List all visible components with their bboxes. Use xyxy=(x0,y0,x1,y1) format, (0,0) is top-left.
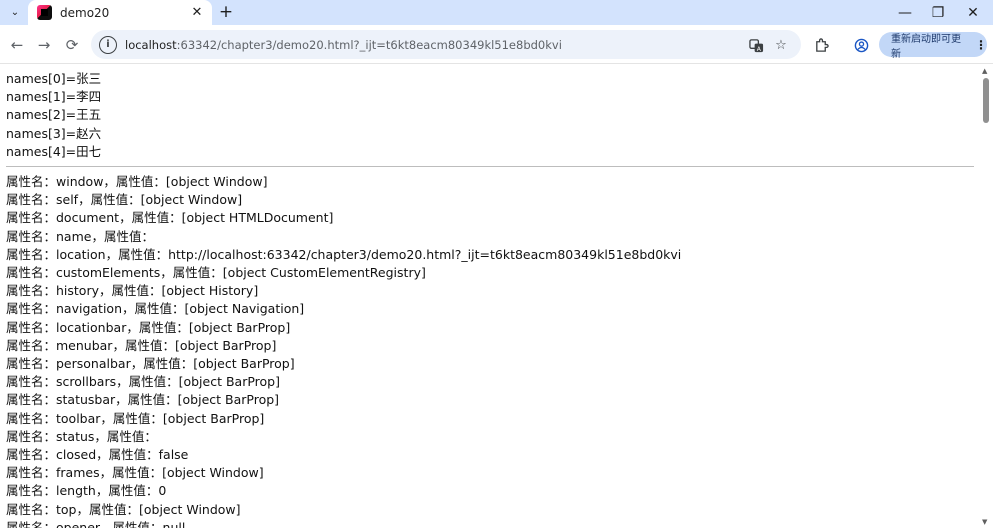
bookmark-star-icon[interactable]: ☆ xyxy=(772,36,790,54)
names-line: names[0]=张三 xyxy=(6,71,102,86)
browser-toolbar: ← → ⟳ i localhost:63342/chapter3/demo20.… xyxy=(0,25,993,64)
property-line: 属性名：name，属性值： xyxy=(6,228,154,244)
scroll-down-arrow-icon[interactable]: ▼ xyxy=(982,518,987,526)
names-line: names[2]=王五 xyxy=(6,107,102,123)
tab-strip: ⌄ demo20 ✕ + — ❐ ✕ xyxy=(0,0,993,25)
window-properties-list: 属性名：window，属性值：[object Window] 属性名：self，… xyxy=(6,173,974,528)
scroll-up-arrow-icon[interactable]: ▲ xyxy=(982,67,987,75)
property-line: 属性名：navigation，属性值：[object Navigation] xyxy=(6,301,305,317)
property-line: 属性名：top，属性值：[object Window] xyxy=(6,501,241,517)
address-bar[interactable]: i localhost:63342/chapter3/demo20.html?_… xyxy=(91,30,801,59)
property-line: 属性名：document，属性值：[object HTMLDocument] xyxy=(6,210,334,226)
vertical-scrollbar[interactable]: ▲ ▼ xyxy=(980,65,993,528)
minimize-button[interactable]: — xyxy=(887,0,923,25)
names-list: names[0]=张三 names[1]=李四 names[2]=王五 name… xyxy=(6,70,974,161)
forward-button[interactable]: → xyxy=(33,34,55,56)
property-line: 属性名：opener，属性值：null xyxy=(6,519,186,528)
property-line: 属性名：history，属性值：[object History] xyxy=(6,283,259,299)
profile-icon[interactable] xyxy=(851,35,871,55)
menu-dots-icon[interactable]: ⋮ xyxy=(975,38,987,52)
names-line: names[1]=李四 xyxy=(6,89,102,105)
scroll-thumb[interactable] xyxy=(983,78,989,123)
names-line: names[3]=赵六 xyxy=(6,125,102,141)
property-line: 属性名：length，属性值：0 xyxy=(6,483,167,499)
property-line: 属性名：scrollbars，属性值：[object BarProp] xyxy=(6,374,280,390)
property-line: 属性名：menubar，属性值：[object BarProp] xyxy=(6,337,277,353)
site-info-icon[interactable]: i xyxy=(99,35,117,54)
property-line: 属性名：personalbar，属性值：[object BarProp] xyxy=(6,356,295,372)
favicon-icon xyxy=(37,5,52,20)
horizontal-rule xyxy=(6,166,974,168)
property-line: 属性名：toolbar，属性值：[object BarProp] xyxy=(6,410,265,426)
restore-button[interactable]: ❐ xyxy=(920,0,956,25)
update-relaunch-button[interactable]: 重新启动即可更新 ⋮ xyxy=(879,32,987,60)
update-label: 重新启动即可更新 xyxy=(891,33,961,60)
tab-close-icon[interactable]: ✕ xyxy=(188,4,206,22)
new-tab-button[interactable]: + xyxy=(216,2,236,22)
property-line: 属性名：locationbar，属性值：[object BarProp] xyxy=(6,319,291,335)
property-line: 属性名：customElements，属性值：[object CustomEle… xyxy=(6,265,426,281)
close-window-button[interactable]: ✕ xyxy=(955,0,991,25)
names-line: names[4]=田七 xyxy=(6,143,102,159)
address-url[interactable]: localhost:63342/chapter3/demo20.html?_ij… xyxy=(125,38,562,52)
property-line: 属性名：statusbar，属性值：[object BarProp] xyxy=(6,392,280,408)
url-host: localhost xyxy=(125,37,177,52)
property-line: 属性名：closed，属性值：false xyxy=(6,447,189,463)
property-line: 属性名：self，属性值：[object Window] xyxy=(6,192,243,208)
property-line: 属性名：location，属性值：http://localhost:63342/… xyxy=(6,246,682,262)
url-path: :63342/chapter3/demo20.html?_ijt=t6kt8ea… xyxy=(176,37,562,52)
page-viewport: names[0]=张三 names[1]=李四 names[2]=王五 name… xyxy=(0,65,980,528)
property-line: 属性名：status，属性值： xyxy=(6,428,157,444)
tab-search-icon[interactable]: ⌄ xyxy=(6,3,24,21)
page-content: names[0]=张三 names[1]=李四 names[2]=王五 name… xyxy=(0,65,980,528)
back-button[interactable]: ← xyxy=(6,34,28,56)
tab-demo20[interactable]: demo20 ✕ xyxy=(28,0,212,25)
reload-button[interactable]: ⟳ xyxy=(61,34,83,56)
extensions-icon[interactable] xyxy=(811,35,831,55)
property-line: 属性名：window，属性值：[object Window] xyxy=(6,174,268,190)
property-line: 属性名：frames，属性值：[object Window] xyxy=(6,465,264,481)
translate-icon[interactable]: A xyxy=(747,36,765,54)
tab-title: demo20 xyxy=(60,5,110,20)
